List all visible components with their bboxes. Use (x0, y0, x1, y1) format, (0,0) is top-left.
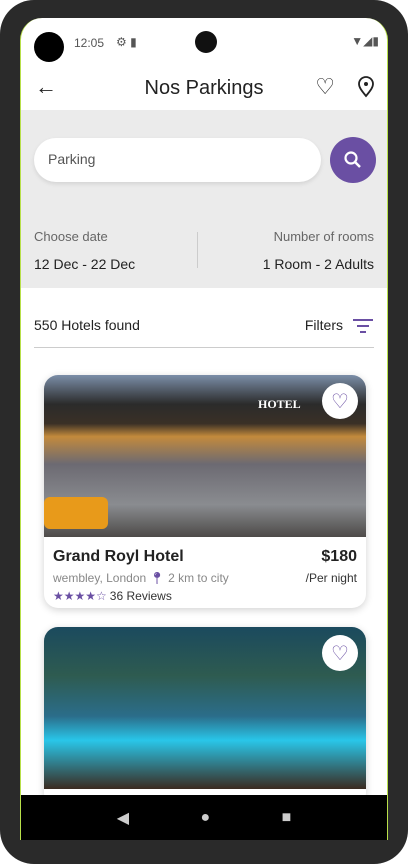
hotel-sign: HOTEL (258, 397, 301, 411)
screen: 12:05 ⚙ ▮ ▼◢▮ ← Nos Parkings ♡ Parking C… (20, 18, 388, 840)
rating-stars: ★★★★☆ 36 Reviews (53, 589, 172, 603)
reviews-count: 36 Reviews (109, 589, 172, 603)
results-count: 550 Hotels found (34, 317, 140, 333)
search-panel: Parking Choose date 12 Dec - 22 Dec Numb… (21, 110, 387, 288)
favorites-heart-icon[interactable]: ♡ (315, 74, 335, 100)
hotel-image: HOTEL ♡ (44, 375, 366, 537)
rooms-label: Number of rooms (273, 229, 374, 244)
rooms-value[interactable]: 1 Room - 2 Adults (263, 256, 374, 272)
search-button[interactable] (330, 137, 376, 183)
filter-icon[interactable] (353, 318, 373, 334)
hotel-card[interactable]: ♡ (44, 627, 366, 807)
divider (34, 347, 374, 348)
location-pin-icon: 📍︎ (149, 571, 165, 585)
hotel-location: wembley, London 📍︎ 2 km to city (53, 571, 229, 585)
search-icon (344, 151, 361, 168)
recents-nav-icon[interactable]: ■ (282, 809, 292, 827)
date-range-value[interactable]: 12 Dec - 22 Dec (34, 256, 135, 272)
choose-date-label: Choose date (34, 229, 108, 244)
back-nav-icon[interactable]: ◀ (117, 808, 129, 828)
taxi (44, 497, 108, 529)
android-nav-bar: ◀ ● ■ (21, 795, 387, 840)
app-bar: ← Nos Parkings ♡ (21, 70, 387, 110)
location-pin-icon[interactable] (357, 76, 375, 98)
price-unit: /Per night (305, 571, 357, 585)
hotel-price: $180 (321, 548, 357, 565)
favorite-heart-icon[interactable]: ♡ (322, 383, 358, 419)
status-bar: 12:05 ⚙ ▮ ▼◢▮ (21, 18, 387, 66)
search-input[interactable]: Parking (34, 138, 321, 182)
status-time: 12:05 (74, 36, 105, 50)
front-camera (195, 31, 217, 53)
divider (197, 232, 198, 268)
settings-icon: ⚙ ▮ (116, 35, 137, 49)
phone-frame: 12:05 ⚙ ▮ ▼◢▮ ← Nos Parkings ♡ Parking C… (0, 0, 408, 864)
camera-punch-hole (34, 32, 64, 62)
home-nav-icon[interactable]: ● (200, 809, 210, 827)
favorite-heart-icon[interactable]: ♡ (322, 635, 358, 671)
hotel-card[interactable]: HOTEL ♡ Grand Royl Hotel $180 wembley, L… (44, 375, 366, 608)
wifi-signal-battery-icon: ▼◢▮ (351, 34, 379, 48)
hotel-name: Grand Royl Hotel (53, 548, 184, 565)
filters-button[interactable]: Filters (305, 317, 343, 333)
hotel-image: ♡ (44, 627, 366, 789)
